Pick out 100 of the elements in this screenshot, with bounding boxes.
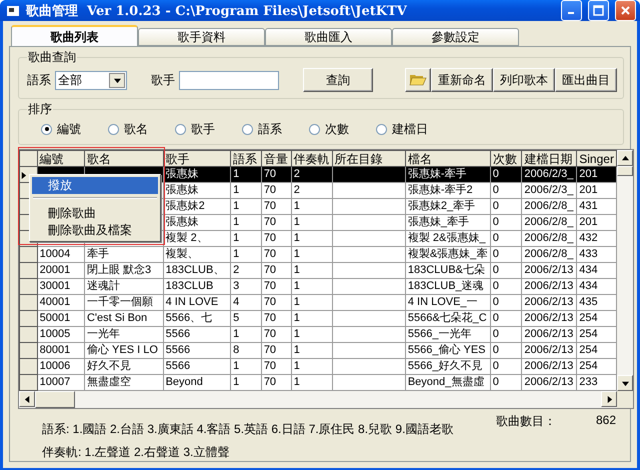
open-folder-button[interactable] — [405, 68, 431, 92]
table-cell: 0 — [490, 326, 522, 342]
table-cell: 70 — [261, 374, 292, 390]
table-cell: 2006/2/8_ — [522, 214, 577, 230]
tab[interactable]: 參數設定 — [392, 28, 519, 46]
scroll-up-icon — [622, 154, 628, 162]
row-header[interactable] — [20, 342, 38, 358]
table-cell: 183CLUB_迷魂 — [405, 278, 490, 294]
row-header[interactable] — [20, 278, 38, 294]
toolbar-button[interactable]: 匯出曲目 — [555, 68, 617, 92]
table-cell: 張惠妹2 — [163, 198, 231, 214]
table-cell: 70 — [261, 342, 292, 358]
language-dropdown[interactable]: 全部 — [55, 70, 127, 90]
table-cell: 1 — [230, 214, 262, 230]
table-cell: 2006/2/13 — [522, 278, 577, 294]
table-cell: 1 — [230, 230, 262, 246]
table-cell: 70 — [261, 262, 292, 278]
sort-radio[interactable]: 編號 — [41, 120, 108, 138]
radio-button[interactable] — [108, 124, 119, 134]
column-header[interactable]: Singer — [576, 150, 616, 166]
table-cell: 0 — [490, 246, 522, 262]
group-title: 排序 — [27, 101, 53, 118]
table-cell: 183CLUB — [163, 278, 231, 294]
menu-item[interactable]: 刪除歌曲及檔案 — [32, 222, 158, 239]
table-cell: 張惠妹-牽手 — [405, 166, 490, 182]
menu-item[interactable]: 刪除歌曲 — [32, 205, 158, 222]
table-cell: 80001 — [37, 342, 84, 358]
column-header[interactable]: 編號 — [37, 150, 84, 166]
table-cell: 4 — [230, 294, 262, 310]
row-header[interactable] — [20, 358, 38, 374]
toolbar-button[interactable]: 重新命名 — [431, 68, 493, 92]
table-cell: 70 — [261, 214, 292, 230]
row-header[interactable] — [20, 246, 38, 262]
table-cell: 10006 — [37, 358, 84, 374]
table-cell: 70 — [261, 246, 292, 262]
sort-radio[interactable]: 建檔日 — [376, 120, 443, 138]
column-header[interactable]: 檔名 — [405, 150, 490, 166]
menu-item[interactable]: 撥放 — [32, 177, 158, 194]
table-cell: 2 — [230, 262, 262, 278]
column-header[interactable]: 所在目錄 — [332, 150, 406, 166]
scroll-thumb[interactable] — [35, 391, 75, 408]
app-icon — [6, 4, 20, 18]
row-header[interactable] — [20, 310, 38, 326]
table-cell: 8 — [230, 342, 262, 358]
close-button[interactable] — [615, 0, 636, 21]
table-cell: 一千零一個願 — [84, 294, 164, 310]
search-button[interactable]: 查詢 — [303, 68, 373, 92]
table-cell: 5566 — [163, 358, 231, 374]
sort-radio[interactable]: 語系 — [242, 120, 309, 138]
radio-button[interactable] — [309, 124, 320, 134]
tab[interactable]: 歌曲列表 — [11, 25, 138, 46]
table-cell: 10005 — [37, 326, 84, 342]
table-cell: 1 — [291, 342, 332, 358]
column-header[interactable]: 語系 — [230, 150, 262, 166]
column-header[interactable]: 伴奏軌 — [291, 150, 332, 166]
table-cell: 2 — [291, 166, 332, 182]
table-cell: 1 — [291, 214, 332, 230]
tab[interactable]: 歌曲匯入 — [265, 28, 392, 46]
tab[interactable]: 歌手資料 — [138, 28, 265, 46]
table-cell: 30001 — [37, 278, 84, 294]
column-header[interactable]: 音量 — [261, 150, 292, 166]
maximize-button[interactable] — [588, 0, 609, 21]
minimize-button[interactable] — [561, 0, 582, 21]
table-cell: 2006/2/13 — [522, 294, 577, 310]
radio-button[interactable] — [242, 124, 253, 134]
singer-input[interactable] — [179, 70, 279, 90]
current-row-icon — [20, 172, 27, 178]
horizontal-scrollbar[interactable] — [19, 391, 617, 408]
table-cell: 0 — [490, 278, 522, 294]
field-label: 語系 — [27, 72, 51, 88]
table-cell: 20001 — [37, 262, 84, 278]
table-cell: 0 — [490, 214, 522, 230]
row-header[interactable] — [20, 294, 38, 310]
row-header[interactable] — [20, 326, 38, 342]
sort-radio[interactable]: 歌手 — [175, 120, 242, 138]
row-header[interactable] — [20, 374, 38, 390]
table-cell: 0 — [490, 342, 522, 358]
table-cell: C'est Si Bon — [84, 310, 164, 326]
radio-button[interactable] — [41, 124, 52, 134]
vertical-scrollbar[interactable] — [617, 150, 633, 391]
column-header[interactable]: 歌手 — [163, 150, 231, 166]
table-cell: 4 IN LOVE_一 — [405, 294, 490, 310]
row-header[interactable] — [20, 262, 38, 278]
toolbar-button[interactable]: 列印歌本 — [493, 68, 555, 92]
table-cell: 50001 — [37, 310, 84, 326]
column-header[interactable]: 歌名 — [84, 150, 164, 166]
table-cell: 1 — [230, 358, 262, 374]
radio-button[interactable] — [175, 124, 186, 134]
group-title: 歌曲查詢 — [27, 49, 77, 66]
legend-text: 語系: 1.國語 2.台語 3.廣東話 4.客語 5.英語 6.日語 7.原住民 8.兒歌 9.國語老歌 — [42, 421, 454, 438]
column-header[interactable]: 次數 — [490, 150, 522, 166]
table-cell: 1 — [291, 246, 332, 262]
sort-radio[interactable]: 歌名 — [108, 120, 175, 138]
sort-radio[interactable]: 次數 — [309, 120, 376, 138]
table-cell: 201 — [576, 214, 616, 230]
radio-button[interactable] — [376, 124, 387, 134]
column-header[interactable]: 建檔日期 — [522, 150, 577, 166]
table-cell: 2006/2/13 — [522, 358, 577, 374]
table-cell: 254 — [576, 342, 616, 358]
scroll-thumb[interactable] — [617, 166, 633, 176]
